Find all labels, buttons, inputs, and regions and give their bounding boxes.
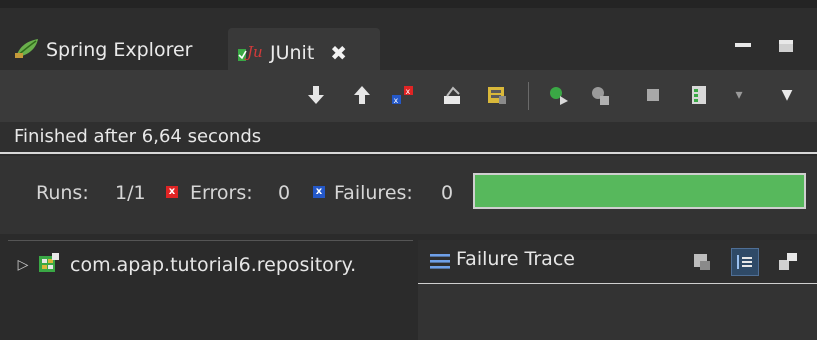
progress-bar: [473, 173, 806, 209]
failure-trace-title: Failure Trace: [456, 248, 575, 270]
failures-label: Failures:: [334, 182, 413, 204]
maximize-icon[interactable]: [779, 40, 793, 52]
runs-value: 1/1: [115, 182, 146, 204]
show-failures-only-icon[interactable]: x x: [390, 82, 416, 108]
failures-value: 0: [441, 182, 454, 204]
status-text: Finished after 6,64 seconds: [14, 126, 262, 147]
compare-result-icon[interactable]: [688, 248, 716, 276]
svg-text:Ju: Ju: [244, 43, 263, 61]
history-icon[interactable]: [484, 82, 510, 108]
test-tree: ▷ com.apap.tutorial6.repository.: [8, 240, 413, 340]
toolbar-separator: [528, 82, 529, 110]
rerun-test-icon[interactable]: [546, 82, 572, 108]
failure-trace-pane: Failure Trace: [418, 240, 817, 340]
junit-toolbar: x x ▾ ▼: [0, 70, 817, 122]
close-icon[interactable]: ✖: [330, 41, 347, 65]
view-tab-bar: Spring Explorer Ju JUnit ✖: [0, 0, 817, 78]
filter-stack-trace-icon[interactable]: [731, 248, 759, 276]
rerun-failed-first-icon[interactable]: [588, 82, 614, 108]
status-line: Finished after 6,64 seconds: [0, 122, 817, 154]
view-menu-icon[interactable]: ▼: [774, 82, 800, 108]
copy-trace-icon[interactable]: [774, 248, 802, 276]
next-failure-icon[interactable]: [303, 82, 329, 108]
failure-trace-header: Failure Trace: [418, 240, 817, 284]
svg-text:x: x: [394, 96, 399, 105]
runs-label: Runs:: [36, 182, 89, 204]
tab-label: JUnit: [270, 42, 315, 64]
tab-label: Spring Explorer: [46, 39, 193, 61]
error-icon: x: [166, 186, 178, 198]
errors-value: 0: [278, 182, 291, 204]
scroll-lock-icon[interactable]: [440, 82, 466, 108]
tab-spring-explorer[interactable]: Spring Explorer: [14, 26, 192, 74]
stack-trace-icon: [430, 252, 450, 274]
svg-text:x: x: [406, 87, 411, 96]
stop-icon[interactable]: [640, 82, 666, 108]
failure-icon: x: [313, 186, 325, 198]
test-run-history-icon[interactable]: [686, 82, 712, 108]
counter-panel: Runs: 1/1 x Errors: 0 x Failures: 0: [0, 156, 817, 234]
expand-arrow-icon[interactable]: ▷: [8, 257, 38, 273]
test-class-icon: [38, 252, 60, 279]
previous-failure-icon[interactable]: [349, 82, 375, 108]
junit-icon: Ju: [236, 39, 264, 68]
errors-label: Errors:: [190, 182, 253, 204]
history-dropdown-icon[interactable]: ▾: [726, 82, 752, 108]
spring-leaf-icon: [14, 37, 40, 64]
test-class-label: com.apap.tutorial6.repository.: [70, 254, 357, 276]
list-item[interactable]: ▷ com.apap.tutorial6.repository.: [8, 249, 356, 281]
minimize-icon[interactable]: [735, 43, 751, 47]
